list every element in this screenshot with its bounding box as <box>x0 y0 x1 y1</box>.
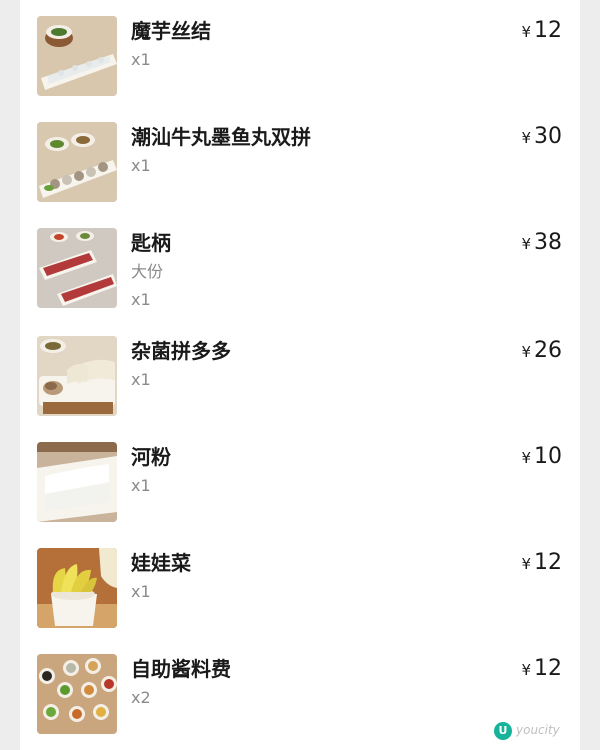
item-name: 娃娃菜 <box>131 551 191 575</box>
order-item-mushroom-platter[interactable]: 杂菌拼多多 x1 ¥26 <box>20 320 580 426</box>
price-amount: 12 <box>534 656 562 681</box>
app-logo-icon: U <box>494 722 512 740</box>
item-quantity: x1 <box>131 582 151 601</box>
item-name: 潮汕牛丸墨鱼丸双拼 <box>131 125 311 149</box>
price-amount: 12 <box>534 550 562 575</box>
order-items-list: 魔芋丝结 x1 ¥12 潮汕牛丸墨鱼丸双拼 x1 ¥ 30 匙柄 大份 x1 ¥… <box>20 0 580 750</box>
mushroom-platter-icon <box>37 336 117 416</box>
order-item-rice-noodles[interactable]: 河粉 x1 ¥10 <box>20 426 580 532</box>
rice-noodle-tray-icon <box>37 442 117 522</box>
price-amount: 10 <box>534 444 562 469</box>
item-quantity: x1 <box>131 476 151 495</box>
currency-symbol: ¥ <box>521 343 531 361</box>
item-quantity: x2 <box>131 688 151 707</box>
item-price: ¥12 <box>521 17 562 46</box>
item-name: 自助酱料费 <box>131 657 231 681</box>
order-item-baby-cabbage[interactable]: 娃娃菜 x1 ¥12 <box>20 532 580 638</box>
konjac-knot-plate-icon <box>37 16 117 96</box>
item-quantity: x1 <box>131 156 151 175</box>
item-name: 河粉 <box>131 445 171 469</box>
currency-symbol: ¥ <box>521 23 531 41</box>
watermark-text: youcity <box>516 723 560 737</box>
price-amount: 30 <box>534 124 562 149</box>
order-item-beef-cuttlefish-balls[interactable]: 潮汕牛丸墨鱼丸双拼 x1 ¥30 <box>20 106 580 212</box>
item-price: ¥30 <box>521 123 562 152</box>
item-quantity: x1 <box>131 370 151 389</box>
item-quantity: x1 <box>131 50 151 69</box>
app-watermark: U youcity <box>494 720 572 742</box>
item-name: 匙柄 <box>131 231 171 255</box>
meatball-platter-icon <box>37 122 117 202</box>
item-quantity: x1 <box>131 290 151 309</box>
currency-symbol: ¥ <box>521 555 531 573</box>
item-price: ¥26 <box>521 337 562 366</box>
sauce-bowls-icon <box>37 654 117 734</box>
currency-symbol: ¥ <box>521 235 531 253</box>
item-name: 杂菌拼多多 <box>131 339 231 363</box>
price-amount: 26 <box>534 338 562 363</box>
item-spec: 大份 <box>131 262 164 281</box>
item-name: 魔芋丝结 <box>131 19 211 43</box>
sliced-beef-tray-icon <box>37 228 117 308</box>
item-price: ¥38 <box>521 229 562 258</box>
baby-cabbage-bowl-icon <box>37 548 117 628</box>
price-amount: 38 <box>534 230 562 255</box>
item-price: ¥12 <box>521 655 562 684</box>
currency-symbol: ¥ <box>521 129 531 147</box>
currency-symbol: ¥ <box>521 449 531 467</box>
order-item-konjac-knot[interactable]: 魔芋丝结 x1 ¥12 <box>20 0 580 106</box>
item-price: ¥12 <box>521 549 562 578</box>
price-amount: 12 <box>534 18 562 43</box>
currency-symbol: ¥ <box>521 661 531 679</box>
order-item-beef-slices[interactable]: 匙柄 大份 x1 ¥38 <box>20 212 580 318</box>
item-price: ¥10 <box>521 443 562 472</box>
